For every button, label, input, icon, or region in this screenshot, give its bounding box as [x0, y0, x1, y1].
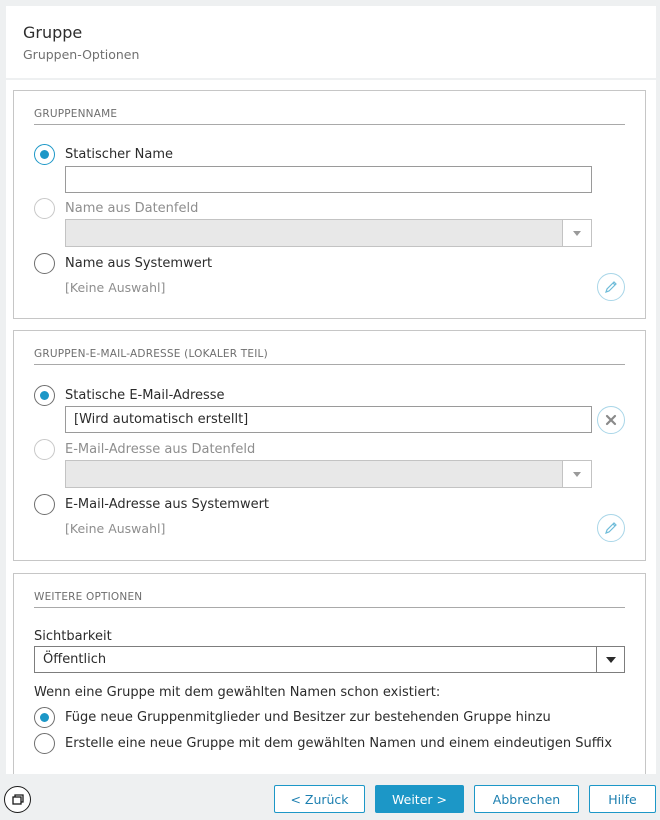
- edit-button[interactable]: [597, 514, 625, 542]
- radio-name-systemvalue[interactable]: Name aus Systemwert: [34, 252, 212, 274]
- radio-button: [34, 438, 55, 460]
- radio-static-email[interactable]: Statische E-Mail-Adresse: [34, 384, 225, 406]
- section-gruppenname: GRUPPENNAME Statischer Name Name aus Dat…: [13, 90, 646, 319]
- radio-button[interactable]: [34, 493, 55, 515]
- back-button[interactable]: < Zurück: [274, 785, 365, 813]
- static-email-input[interactable]: [Wird automatisch erstellt]: [65, 406, 592, 433]
- radio-label: Name aus Datenfeld: [65, 200, 199, 216]
- radio-email-systemvalue[interactable]: E-Mail-Adresse aus Systemwert: [34, 493, 269, 515]
- close-icon: [605, 414, 617, 426]
- section-heading: GRUPPEN-E-MAIL-ADRESSE (LOKALER TEIL): [34, 348, 625, 365]
- section-email: GRUPPEN-E-MAIL-ADRESSE (LOKALER TEIL) St…: [13, 330, 646, 561]
- chevron-down-icon: [562, 461, 591, 487]
- window-restore-button[interactable]: [4, 786, 31, 813]
- radio-label: E-Mail-Adresse aus Systemwert: [65, 496, 270, 512]
- visibility-label: Sichtbarkeit: [34, 629, 112, 644]
- radio-button[interactable]: [34, 384, 55, 406]
- section-heading: WEITERE OPTIONEN: [34, 591, 625, 608]
- radio-static-name[interactable]: Statischer Name: [34, 143, 173, 165]
- radio-button[interactable]: [34, 706, 55, 728]
- radio-create-new[interactable]: Erstelle eine neue Gruppe mit dem gewähl…: [34, 732, 612, 754]
- page-subtitle: Gruppen-Optionen: [23, 47, 140, 62]
- radio-label: Statische E-Mail-Adresse: [65, 387, 225, 403]
- radio-button[interactable]: [34, 252, 55, 274]
- clear-button[interactable]: [597, 406, 625, 434]
- radio-label: E-Mail-Adresse aus Datenfeld: [65, 441, 256, 457]
- radio-button[interactable]: [34, 143, 55, 165]
- radio-label: Statischer Name: [65, 146, 174, 162]
- chevron-down-icon: [562, 220, 591, 246]
- window-icon: [11, 793, 24, 805]
- content-panel[interactable]: GRUPPENNAME Statischer Name Name aus Dat…: [6, 80, 656, 774]
- visibility-value: Öffentlich: [43, 652, 107, 667]
- pencil-icon: [605, 522, 617, 534]
- page-title: Gruppe: [23, 23, 83, 42]
- visibility-select[interactable]: Öffentlich: [34, 646, 625, 673]
- edit-button[interactable]: [597, 273, 625, 301]
- radio-email-datafield: E-Mail-Adresse aus Datenfeld: [34, 438, 255, 460]
- section-weitere-optionen: WEITERE OPTIONEN Sichtbarkeit Öffentlich…: [13, 573, 646, 774]
- radio-label: Füge neue Gruppenmitglieder und Besitzer…: [65, 709, 551, 725]
- radio-button: [34, 197, 55, 219]
- chevron-down-icon: [596, 647, 624, 672]
- radio-name-datafield: Name aus Datenfeld: [34, 197, 198, 219]
- pencil-icon: [605, 281, 617, 293]
- radio-label: Name aus Systemwert: [65, 255, 213, 271]
- system-value-display: [Keine Auswahl]: [65, 280, 166, 295]
- dialog-header: Gruppe Gruppen-Optionen: [6, 6, 656, 78]
- next-button[interactable]: Weiter >: [375, 785, 464, 813]
- email-datafield-select: [65, 460, 592, 488]
- help-button[interactable]: Hilfe: [589, 785, 656, 813]
- system-value-display: [Keine Auswahl]: [65, 521, 166, 536]
- datafield-select: [65, 219, 592, 247]
- cancel-button[interactable]: Abbrechen: [474, 785, 579, 813]
- radio-label: Erstelle eine neue Gruppe mit dem gewähl…: [65, 735, 613, 751]
- section-heading: GRUPPENNAME: [34, 108, 625, 125]
- radio-add-to-existing[interactable]: Füge neue Gruppenmitglieder und Besitzer…: [34, 706, 551, 728]
- static-name-input[interactable]: [65, 166, 592, 193]
- exists-description: Wenn eine Gruppe mit dem gewählten Namen…: [34, 685, 441, 700]
- radio-button[interactable]: [34, 732, 55, 754]
